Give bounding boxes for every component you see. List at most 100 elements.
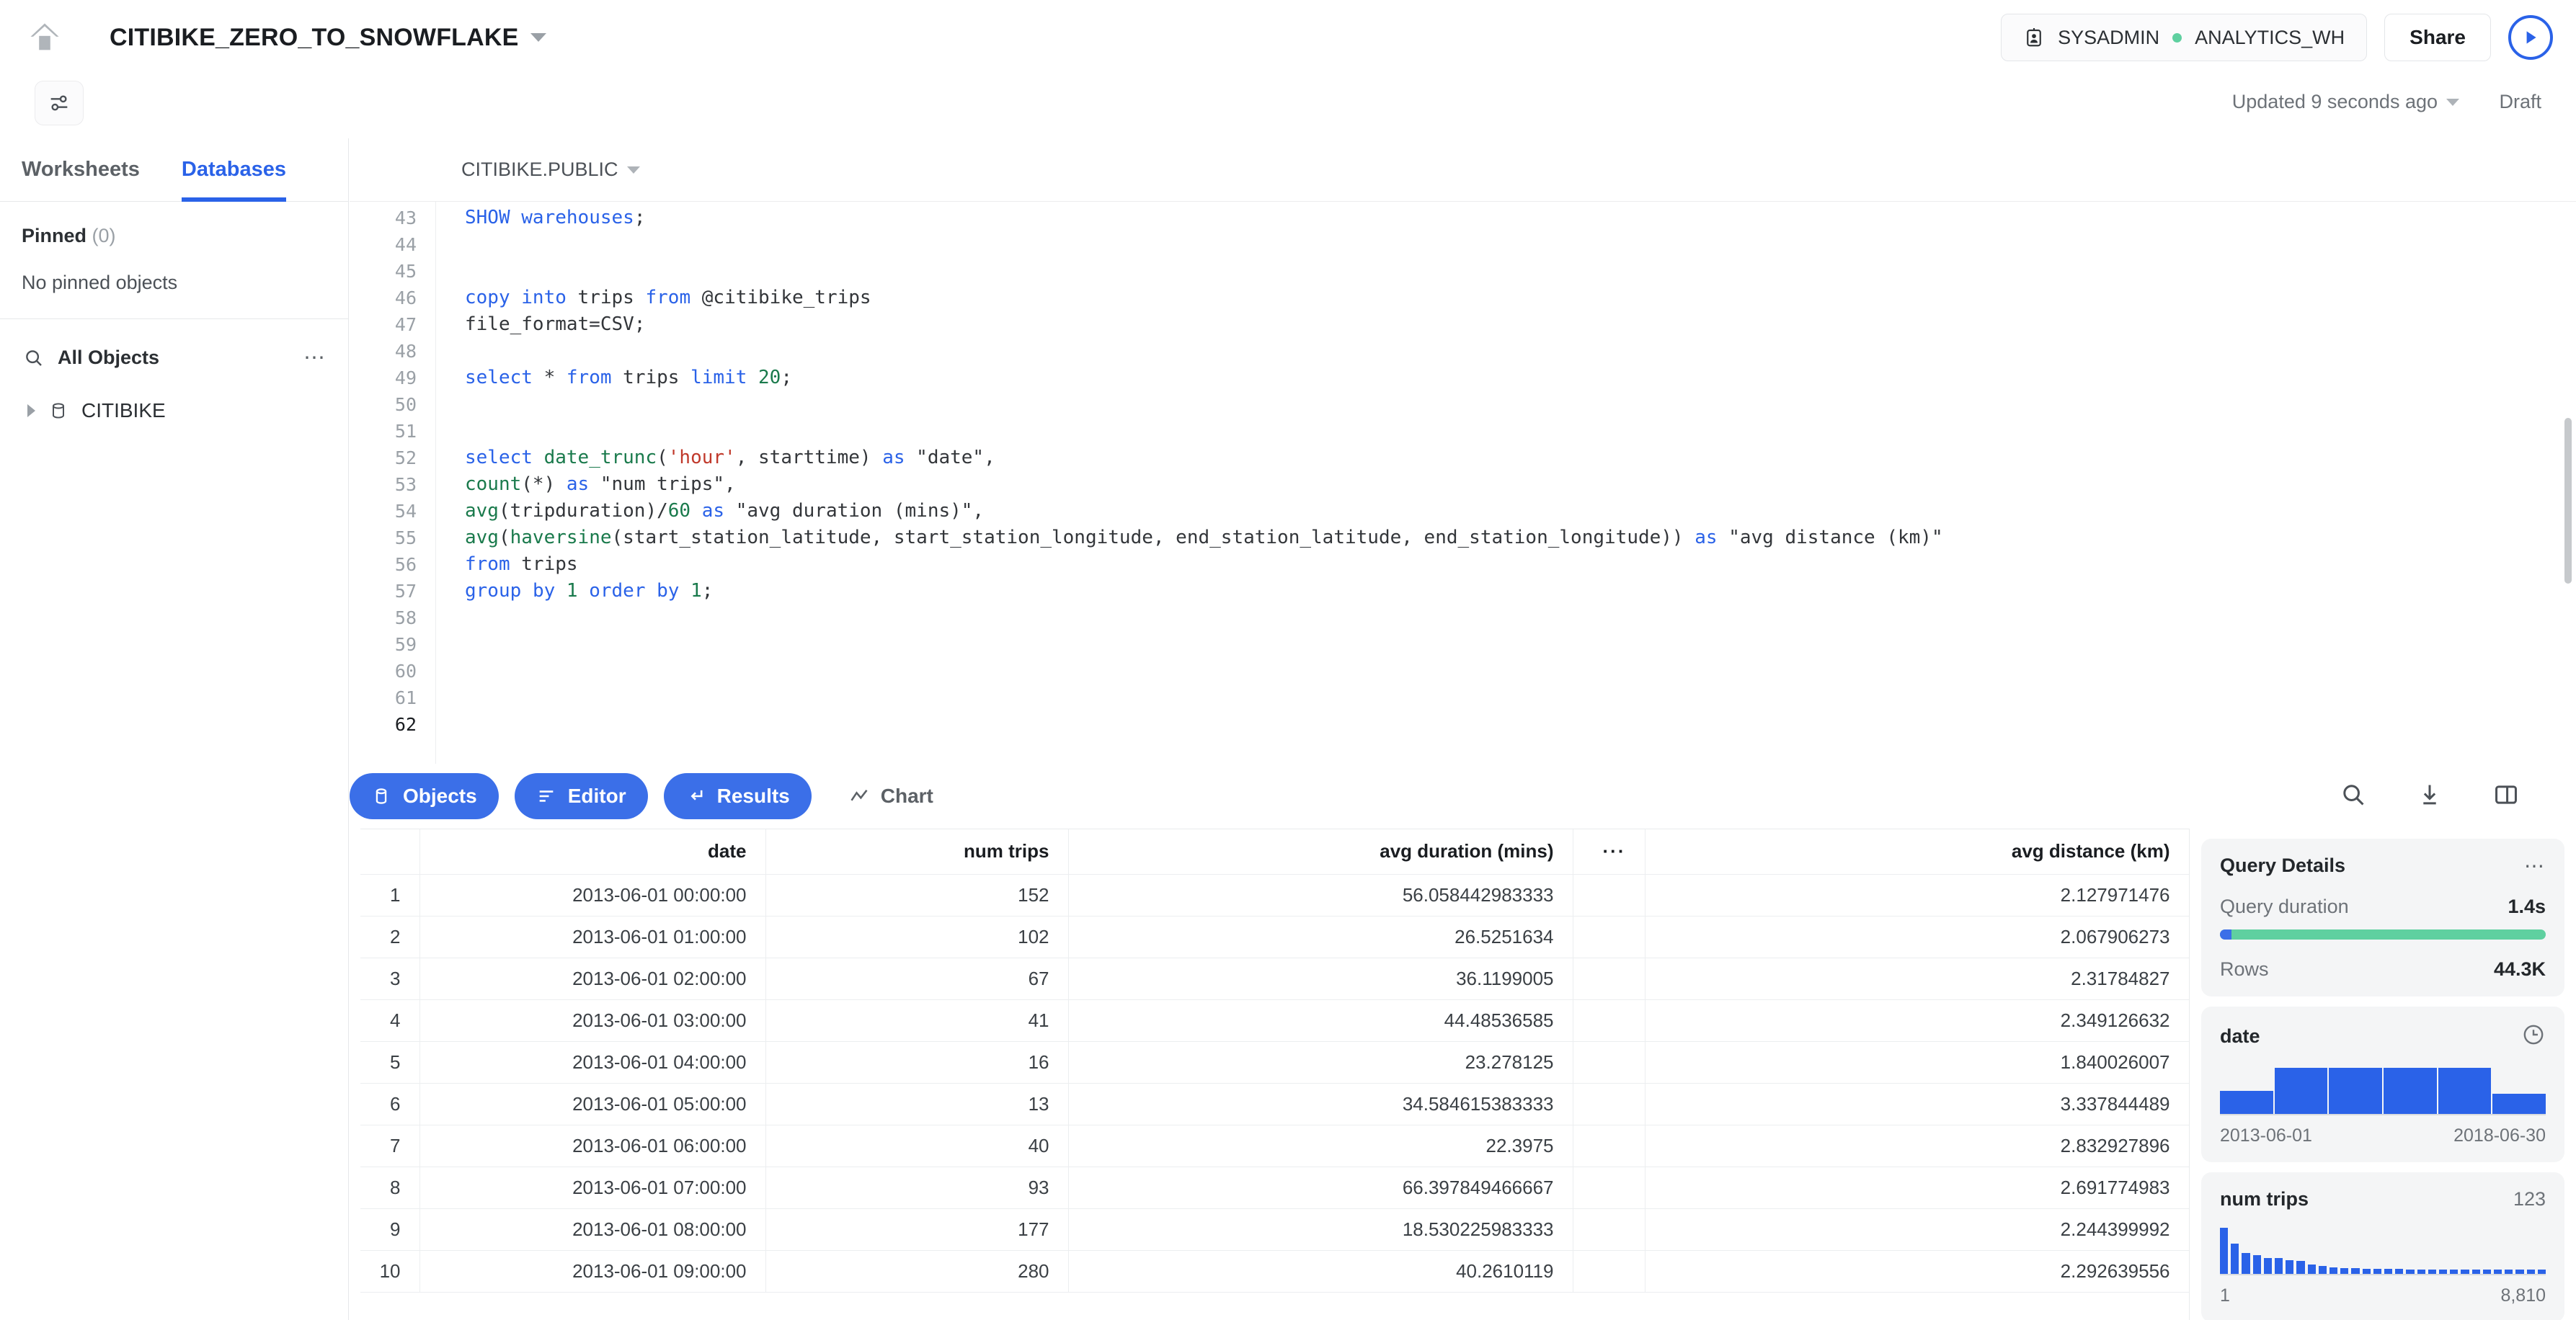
cell-avg-distance[interactable]: 2.31784827 — [1645, 958, 2189, 1000]
tab-chart[interactable]: Chart — [827, 773, 955, 819]
schema-selector[interactable]: CITIBIKE.PUBLIC — [461, 159, 640, 181]
cell-avg-duration[interactable]: 36.1199005 — [1068, 958, 1573, 1000]
table-row[interactable]: 4 2013-06-01 03:00:00 41 44.48536585 2.34912… — [360, 999, 2189, 1042]
row-index-cell[interactable]: 3 — [360, 958, 420, 1000]
code-line[interactable] — [465, 684, 2576, 711]
share-button[interactable]: Share — [2384, 14, 2491, 61]
cell-avg-duration[interactable]: 23.278125 — [1068, 1041, 1573, 1084]
sql-editor[interactable]: 43 44 45 46 47 48 49 50 51 52 53 54 55 56 57 58 59 60 61 62… — [350, 202, 2576, 764]
cell-num-trips[interactable]: 13 — [765, 1083, 1069, 1125]
cell-date[interactable]: 2013-06-01 01:00:00 — [419, 916, 766, 958]
cell-avg-distance[interactable]: 2.349126632 — [1645, 999, 2189, 1042]
cell-avg-duration[interactable]: 18.530225983333 — [1068, 1208, 1573, 1251]
cell-date[interactable]: 2013-06-01 08:00:00 — [419, 1208, 766, 1251]
cell-avg-distance[interactable]: 2.244399992 — [1645, 1208, 2189, 1251]
tab-editor[interactable]: Editor — [514, 773, 648, 819]
row-index-cell[interactable]: 1 — [360, 874, 420, 917]
cell-num-trips[interactable]: 41 — [765, 999, 1069, 1042]
cell-overflow[interactable] — [1573, 958, 1645, 1000]
cell-overflow[interactable] — [1573, 1167, 1645, 1209]
settings-sliders-button[interactable] — [35, 81, 84, 125]
column-header-date[interactable]: date — [419, 829, 766, 875]
column-overflow-indicator[interactable]: ··· — [1573, 829, 1645, 875]
code-line[interactable]: file_format=CSV; — [465, 311, 2576, 338]
cell-avg-duration[interactable]: 34.584615383333 — [1068, 1083, 1573, 1125]
worksheet-title-dropdown[interactable]: CITIBIKE_ZERO_TO_SNOWFLAKE — [110, 24, 546, 52]
row-index-cell[interactable]: 7 — [360, 1125, 420, 1167]
row-index-cell[interactable]: 9 — [360, 1208, 420, 1251]
column-header-avg-distance[interactable]: avg distance (km) — [1645, 829, 2189, 875]
code-line[interactable] — [465, 231, 2576, 258]
cell-avg-duration[interactable]: 56.058442983333 — [1068, 874, 1573, 917]
cell-num-trips[interactable]: 152 — [765, 874, 1069, 917]
cell-avg-distance[interactable]: 2.292639556 — [1645, 1250, 2189, 1293]
cell-avg-distance[interactable]: 3.337844489 — [1645, 1083, 2189, 1125]
code-line[interactable] — [465, 631, 2576, 658]
cell-num-trips[interactable]: 16 — [765, 1041, 1069, 1084]
cell-date[interactable]: 2013-06-01 00:00:00 — [419, 874, 766, 917]
code-line[interactable]: copy into trips from @citibike_trips — [465, 285, 2576, 311]
cell-avg-distance[interactable]: 2.067906273 — [1645, 916, 2189, 958]
cell-overflow[interactable] — [1573, 916, 1645, 958]
row-index-cell[interactable]: 10 — [360, 1250, 420, 1293]
code-line[interactable]: from trips — [465, 551, 2576, 578]
code-line[interactable] — [465, 605, 2576, 631]
code-line[interactable]: count(*) as "num trips", — [465, 471, 2576, 498]
cell-date[interactable]: 2013-06-01 03:00:00 — [419, 999, 766, 1042]
code-line[interactable] — [465, 418, 2576, 445]
toggle-side-panel-button[interactable] — [2492, 781, 2520, 812]
sql-code-content[interactable]: SHOW warehouses; copy into trips from @c… — [436, 202, 2576, 764]
cell-avg-duration[interactable]: 26.5251634 — [1068, 916, 1573, 958]
cell-num-trips[interactable]: 280 — [765, 1250, 1069, 1293]
table-row[interactable]: 6 2013-06-01 05:00:00 13 34.584615383333 3.3… — [360, 1083, 2189, 1125]
search-results-button[interactable] — [2340, 781, 2367, 812]
role-warehouse-selector[interactable]: SYSADMIN ANALYTICS_WH — [2001, 14, 2368, 61]
row-index-cell[interactable]: 2 — [360, 916, 420, 958]
code-line[interactable]: group by 1 order by 1; — [465, 578, 2576, 605]
updated-timestamp[interactable]: Updated 9 seconds ago — [2232, 91, 2459, 113]
cell-num-trips[interactable]: 102 — [765, 916, 1069, 958]
cell-date[interactable]: 2013-06-01 05:00:00 — [419, 1083, 766, 1125]
results-table-container[interactable]: date num trips avg duration (mins) ··· a… — [360, 829, 2189, 1320]
code-line[interactable] — [465, 338, 2576, 365]
code-line[interactable] — [465, 258, 2576, 285]
table-row[interactable]: 5 2013-06-01 04:00:00 16 23.278125 1.8400260… — [360, 1041, 2189, 1084]
cell-date[interactable]: 2013-06-01 04:00:00 — [419, 1041, 766, 1084]
cell-avg-duration[interactable]: 22.3975 — [1068, 1125, 1573, 1167]
code-line[interactable]: select * from trips limit 20; — [465, 365, 2576, 391]
table-row[interactable]: 3 2013-06-01 02:00:00 67 36.1199005 2.317848… — [360, 958, 2189, 1000]
tab-objects[interactable]: Objects — [350, 773, 499, 819]
cell-num-trips[interactable]: 93 — [765, 1167, 1069, 1209]
cell-date[interactable]: 2013-06-01 07:00:00 — [419, 1167, 766, 1209]
cell-overflow[interactable] — [1573, 1250, 1645, 1293]
code-line[interactable] — [465, 391, 2576, 418]
tab-worksheets[interactable]: Worksheets — [22, 138, 140, 202]
cell-avg-distance[interactable]: 2.691774983 — [1645, 1167, 2189, 1209]
all-objects-more-button[interactable]: ⋯ — [303, 347, 327, 369]
row-index-cell[interactable]: 5 — [360, 1041, 420, 1084]
code-line[interactable] — [465, 711, 2576, 738]
cell-avg-duration[interactable]: 40.2610119 — [1068, 1250, 1573, 1293]
column-header-num-trips[interactable]: num trips — [765, 829, 1069, 875]
cell-date[interactable]: 2013-06-01 06:00:00 — [419, 1125, 766, 1167]
table-row[interactable]: 10 2013-06-01 09:00:00 280 40.2610119 2.2926… — [360, 1250, 2189, 1293]
home-button[interactable] — [22, 14, 68, 61]
table-row[interactable]: 8 2013-06-01 07:00:00 93 66.397849466667 2.6… — [360, 1167, 2189, 1209]
cell-avg-distance[interactable]: 2.127971476 — [1645, 874, 2189, 917]
cell-date[interactable]: 2013-06-01 09:00:00 — [419, 1250, 766, 1293]
editor-scrollbar[interactable] — [2564, 418, 2572, 584]
run-query-button[interactable] — [2508, 15, 2553, 60]
table-row[interactable]: 2 2013-06-01 01:00:00 102 26.5251634 2.06790… — [360, 916, 2189, 958]
cell-avg-duration[interactable]: 44.48536585 — [1068, 999, 1573, 1042]
cell-overflow[interactable] — [1573, 1041, 1645, 1084]
cell-avg-distance[interactable]: 1.840026007 — [1645, 1041, 2189, 1084]
code-line[interactable] — [465, 658, 2576, 684]
row-index-cell[interactable]: 4 — [360, 999, 420, 1042]
table-row[interactable]: 9 2013-06-01 08:00:00 177 18.530225983333 2.… — [360, 1208, 2189, 1251]
table-row[interactable]: 1 2013-06-01 00:00:00 152 56.058442983333 2.… — [360, 874, 2189, 917]
row-index-cell[interactable]: 6 — [360, 1083, 420, 1125]
query-details-more-button[interactable]: ⋯ — [2524, 855, 2546, 876]
cell-num-trips[interactable]: 177 — [765, 1208, 1069, 1251]
cell-overflow[interactable] — [1573, 1125, 1645, 1167]
cell-date[interactable]: 2013-06-01 02:00:00 — [419, 958, 766, 1000]
